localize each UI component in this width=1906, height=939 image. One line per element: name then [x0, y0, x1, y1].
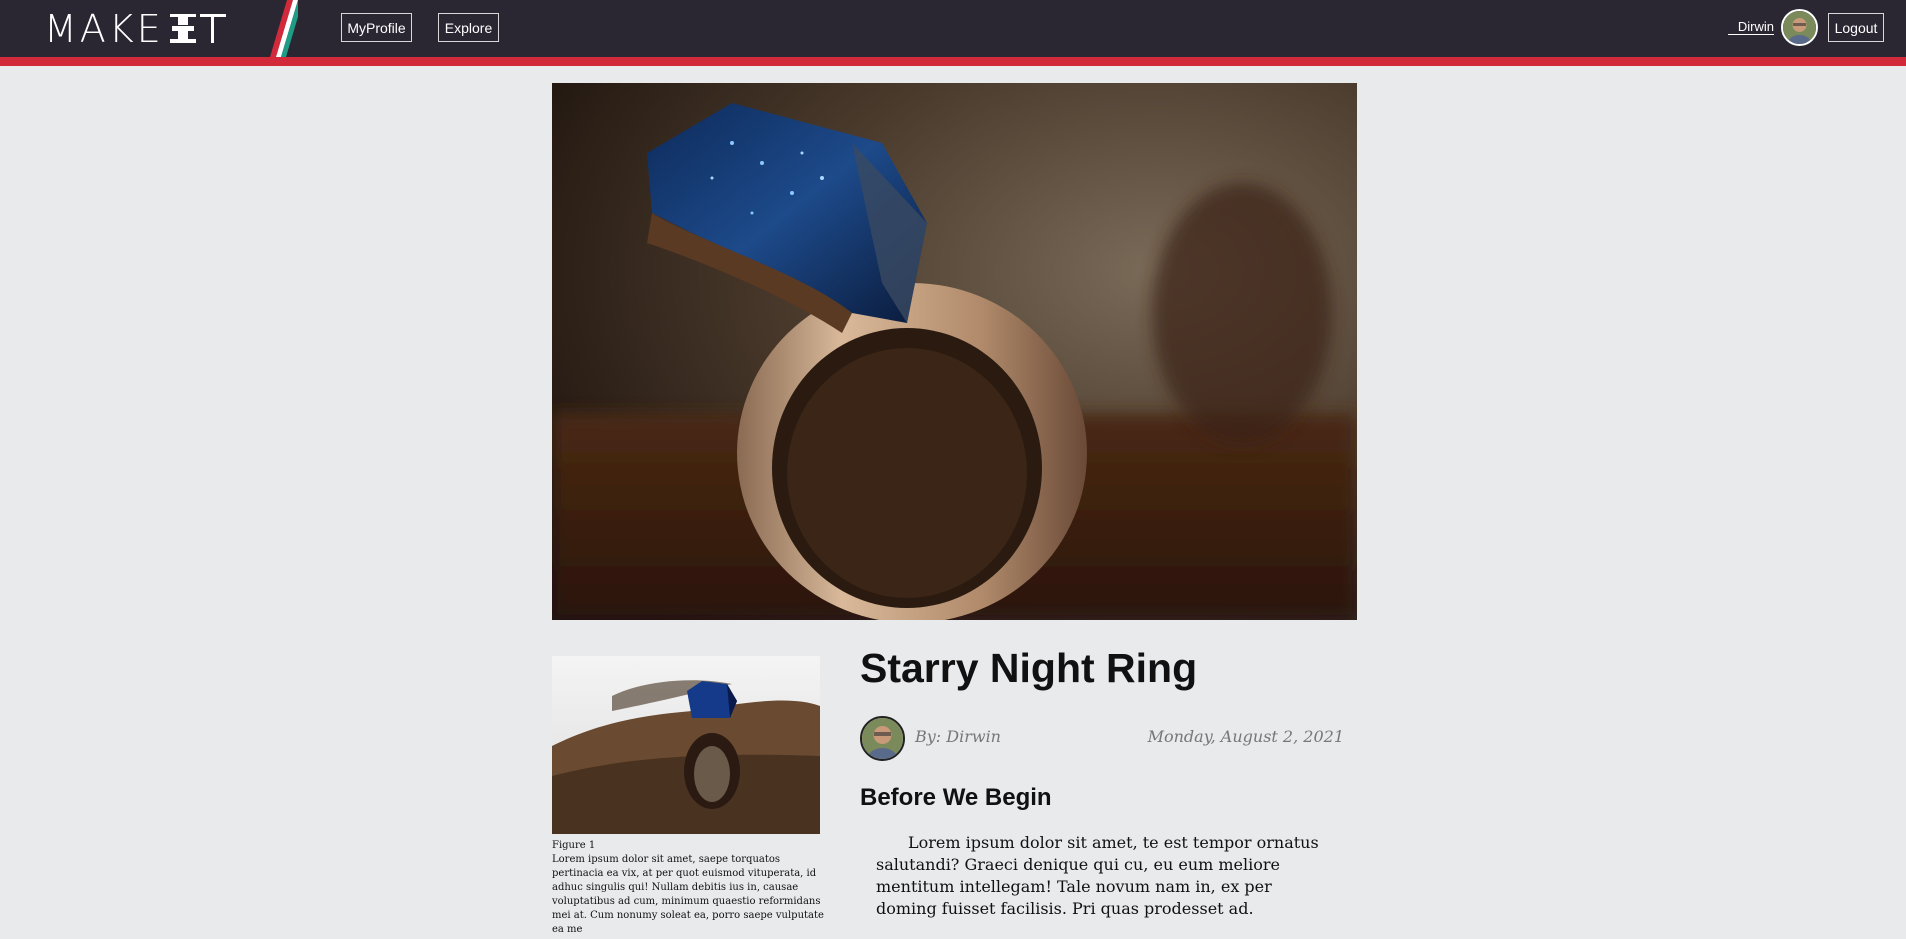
article-date: Monday, August 2, 2021 [1147, 727, 1344, 746]
top-navbar: MAKE MyProfile Explore Dirwin Logout [0, 0, 1906, 57]
nav-myprofile-button[interactable]: MyProfile [341, 13, 412, 42]
author-avatar-icon [862, 718, 903, 759]
ring-on-wood-photo-icon [552, 656, 820, 834]
user-avatar[interactable] [1781, 9, 1818, 46]
ring-photo-icon [552, 83, 1357, 620]
section-heading: Before We Begin [860, 784, 1052, 811]
user-profile-link[interactable]: Dirwin [1727, 19, 1774, 35]
logo-text: MAKE [44, 7, 164, 51]
figure-caption-title: Figure 1 [552, 840, 596, 851]
article-author: By: Dirwin [915, 727, 1001, 746]
nav-explore-button[interactable]: Explore [438, 13, 499, 42]
article-paragraph: Lorem ipsum dolor sit amet, te est tempo… [876, 833, 1319, 918]
hero-image [552, 83, 1357, 620]
article-title: Starry Night Ring [860, 645, 1198, 691]
accent-bar [0, 57, 1906, 66]
logo-it-mark [169, 14, 226, 43]
figure-image [552, 656, 820, 834]
figure-caption: Figure 1 Lorem ipsum dolor sit amet, sae… [552, 839, 824, 937]
logout-button[interactable]: Logout [1828, 13, 1884, 42]
user-avatar-icon [1783, 11, 1816, 44]
figure-caption-text: Lorem ipsum dolor sit amet, saepe torqua… [552, 854, 824, 935]
author-avatar[interactable] [860, 716, 905, 761]
logo-stripes-icon [270, 0, 298, 57]
makeit-logo[interactable]: MAKE [44, 0, 298, 57]
